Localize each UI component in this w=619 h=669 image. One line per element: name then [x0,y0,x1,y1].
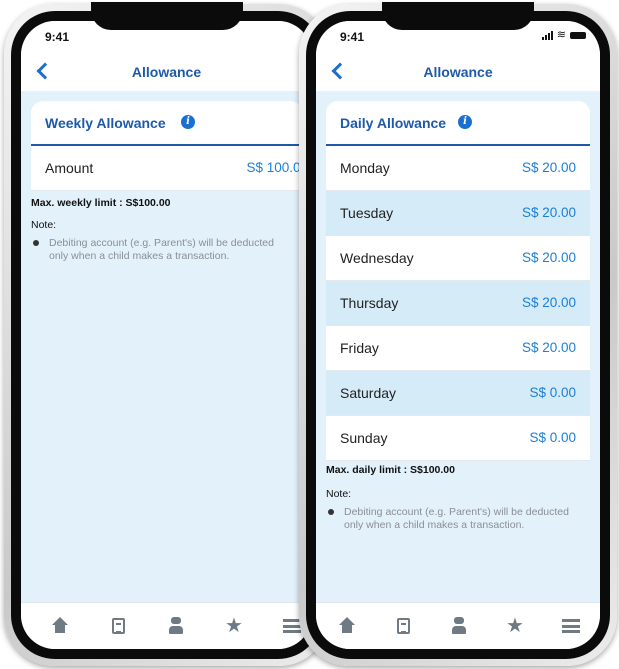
tab-kids[interactable] [448,615,470,637]
tab-menu[interactable] [560,615,582,637]
card-title: Weekly Allowance [45,115,166,131]
row-value: S$ 20.00 [521,160,576,175]
note-title: Note: [326,488,352,500]
day-row-monday[interactable]: Monday S$ 20.00 [326,146,590,191]
tab-documents[interactable] [392,615,414,637]
row-label: Friday [340,340,379,356]
info-icon[interactable]: i [458,115,472,129]
daily-limit-text: Max. daily limit : S$100.00 [326,464,455,476]
note-text: Debiting account (e.g. Parent's) will be… [344,506,569,531]
bullet-icon [328,509,334,515]
document-icon [396,618,410,634]
home-icon [51,617,69,635]
phone-daily: 9:41 ≋ Allowance Daily Allowance i Monda… [299,2,617,666]
row-label: Monday [340,160,390,176]
tab-bar: ★ [21,602,312,649]
row-label: Tuesday [340,205,394,221]
card-header: Weekly Allowance i [31,101,302,146]
star-icon: ★ [225,615,243,637]
day-row-tuesday[interactable]: Tuesday S$ 20.00 [326,191,590,236]
row-label: Saturday [340,385,397,401]
note-title: Note: [31,219,57,231]
notch [90,2,243,30]
weekly-allowance-card: Weekly Allowance i Amount S$ 100.00 [31,101,308,191]
nav-bar: Allowance [21,53,312,91]
row-value: S$ 20.00 [521,205,576,220]
nav-bar: Allowance [316,53,600,91]
weekly-screen: 9:41 Allowance Weekly Allowance i Amount… [21,21,312,649]
row-label: Thursday [340,295,399,311]
kids-icon [450,617,468,635]
star-icon: ★ [506,615,524,637]
status-time: 9:41 [340,30,365,44]
battery-icon [570,32,586,39]
tab-bar: ★ [316,602,600,649]
day-row-saturday[interactable]: Saturday S$ 0.00 [326,371,590,416]
note-item: Debiting account (e.g. Parent's) will be… [326,506,570,531]
tab-favourites[interactable]: ★ [504,615,526,637]
notch [382,2,534,30]
tab-documents[interactable] [107,615,129,637]
day-row-thursday[interactable]: Thursday S$ 20.00 [326,281,590,326]
bullet-icon [33,240,39,246]
status-time: 9:41 [45,30,70,44]
row-label: Sunday [340,430,388,446]
tab-home[interactable] [49,615,71,637]
row-value: S$ 0.00 [529,385,576,400]
wifi-icon: ≋ [556,29,566,41]
card-title: Daily Allowance [340,115,447,131]
tab-home[interactable] [336,615,358,637]
day-row-wednesday[interactable]: Wednesday S$ 20.00 [326,236,590,281]
card-header: Daily Allowance i [326,101,590,146]
row-value: S$ 20.00 [521,295,576,310]
note-item: Debiting account (e.g. Parent's) will be… [31,237,282,262]
signal-icon [541,31,553,40]
day-row-friday[interactable]: Friday S$ 20.00 [326,326,590,371]
home-icon [338,617,356,635]
daily-screen: 9:41 ≋ Allowance Daily Allowance i Monda… [316,21,600,649]
menu-icon [562,619,580,633]
daily-allowance-card: Daily Allowance i Monday S$ 20.00 Tuesda… [326,101,590,461]
note-text: Debiting account (e.g. Parent's) will be… [49,237,274,262]
row-label: Amount [45,160,94,176]
day-row-sunday[interactable]: Sunday S$ 0.00 [326,416,590,461]
page-title: Allowance [423,64,493,80]
document-icon [111,618,125,634]
tab-favourites[interactable]: ★ [223,615,245,637]
status-icons: ≋ [541,29,586,41]
amount-row[interactable]: Amount S$ 100.00 [31,146,308,191]
weekly-limit-text: Max. weekly limit : S$100.00 [31,197,171,209]
row-value: S$ 0.00 [529,430,576,445]
row-value: S$ 20.00 [521,250,576,265]
info-icon[interactable]: i [181,115,195,129]
kids-icon [167,617,185,635]
row-label: Wednesday [340,250,414,266]
phone-weekly: 9:41 Allowance Weekly Allowance i Amount… [4,2,329,666]
page-title: Allowance [131,64,202,80]
tab-kids[interactable] [165,615,187,637]
row-value: S$ 20.00 [521,340,576,355]
